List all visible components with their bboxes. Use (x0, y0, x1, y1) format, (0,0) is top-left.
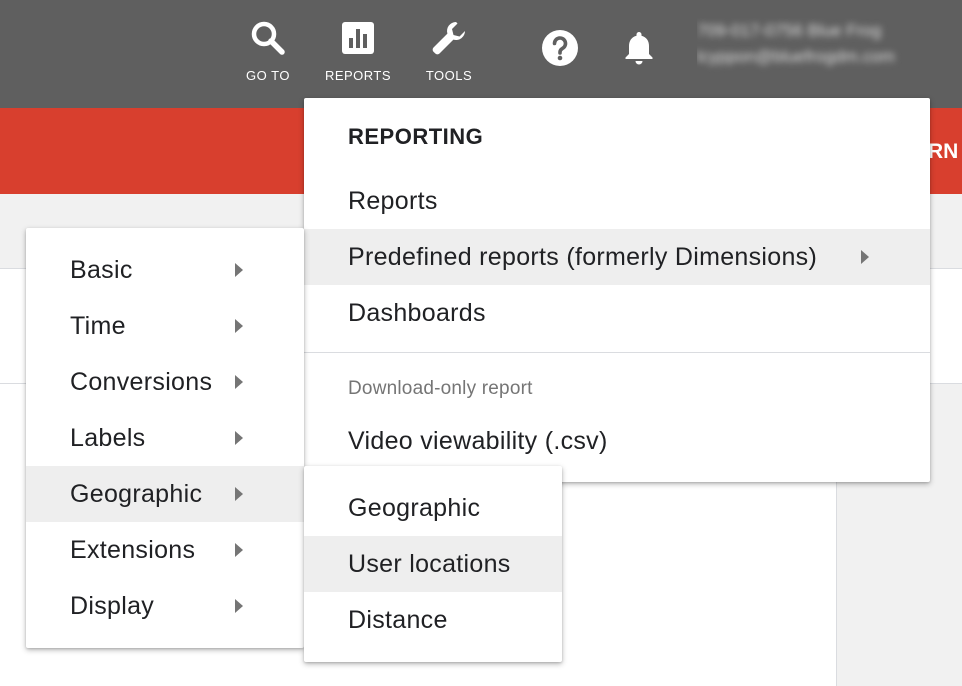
menu-item-label: Basic (70, 256, 133, 284)
notifications-button[interactable] (619, 28, 659, 68)
menu-divider (304, 352, 930, 353)
menu-item-label: Geographic (348, 494, 481, 522)
chevron-right-icon (235, 431, 243, 445)
help-button[interactable] (540, 28, 580, 68)
menu-item-label: Geographic (70, 480, 203, 508)
account-id: 709-017-0756 Blue Frog (697, 21, 882, 40)
predefined-reports-menu: Basic Time Conversions Labels Geographic… (26, 228, 304, 648)
download-only-heading: Download-only report (348, 378, 533, 399)
menu-item-labels[interactable]: Labels (26, 410, 304, 466)
reporting-menu: REPORTING Reports Predefined reports (fo… (304, 98, 930, 482)
chevron-right-icon (235, 375, 243, 389)
chevron-right-icon (235, 319, 243, 333)
goto-label: GO TO (246, 68, 290, 83)
reports-button[interactable]: REPORTS (313, 14, 403, 90)
reports-label: REPORTS (324, 68, 392, 83)
menu-item-label: User locations (348, 550, 511, 578)
reporting-title: REPORTING (348, 124, 484, 149)
menu-item-geographic-report[interactable]: Geographic (304, 480, 562, 536)
menu-item-label: Time (70, 312, 126, 340)
chevron-right-icon (235, 263, 243, 277)
menu-item-dashboards[interactable]: Dashboards (304, 285, 930, 341)
menu-item-time[interactable]: Time (26, 298, 304, 354)
menu-item-label: Conversions (70, 368, 213, 396)
banner-text[interactable]: RN (928, 140, 958, 164)
search-icon (251, 21, 285, 55)
account-info[interactable]: 709-017-0756 Blue Frog lcyppon@bluefrogd… (697, 18, 959, 78)
menu-item-label: Extensions (70, 536, 196, 564)
menu-item-label: Distance (348, 606, 448, 634)
menu-item-reports[interactable]: Reports (304, 173, 930, 229)
menu-item-label: Video viewability (.csv) (348, 427, 608, 455)
chevron-right-icon (235, 543, 243, 557)
chevron-right-icon (861, 250, 869, 264)
wrench-icon (432, 22, 465, 55)
geographic-submenu: Geographic User locations Distance (304, 466, 562, 662)
menu-item-display[interactable]: Display (26, 578, 304, 634)
menu-item-label: Dashboards (348, 299, 486, 327)
menu-item-extensions[interactable]: Extensions (26, 522, 304, 578)
bar-chart-icon (342, 22, 374, 54)
menu-item-basic[interactable]: Basic (26, 242, 304, 298)
menu-item-distance[interactable]: Distance (304, 592, 562, 648)
account-email: lcyppon@bluefrogdm.com (697, 47, 895, 66)
bell-icon (625, 32, 653, 65)
chevron-right-icon (235, 487, 243, 501)
menu-item-conversions[interactable]: Conversions (26, 354, 304, 410)
menu-item-geographic[interactable]: Geographic (26, 466, 304, 522)
menu-item-label: Display (70, 592, 155, 620)
menu-item-label: Predefined reports (formerly Dimensions) (348, 243, 818, 271)
top-navigation-bar: GO TO REPORTS TOOLS 709-017-0756 Blue Fr… (0, 0, 962, 108)
menu-item-label: Reports (348, 187, 438, 215)
chevron-right-icon (235, 599, 243, 613)
tools-label: TOOLS (425, 68, 473, 83)
help-icon (542, 30, 578, 66)
tools-button[interactable]: TOOLS (404, 14, 494, 90)
menu-item-user-locations[interactable]: User locations (304, 536, 562, 592)
menu-item-predefined-reports[interactable]: Predefined reports (formerly Dimensions) (304, 229, 930, 285)
goto-button[interactable]: GO TO (223, 14, 313, 90)
menu-item-label: Labels (70, 424, 146, 452)
menu-item-video-viewability[interactable]: Video viewability (.csv) (304, 413, 930, 469)
